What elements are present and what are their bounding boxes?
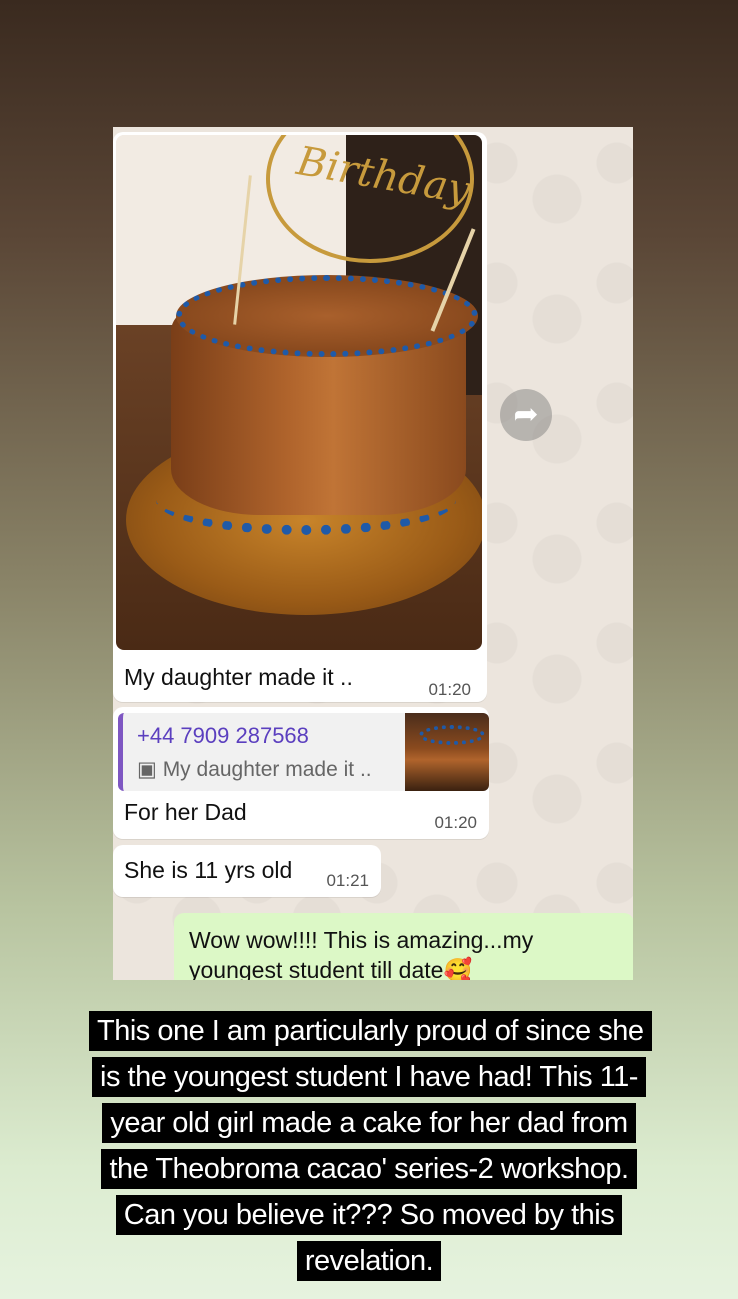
reply-text: For her Dad bbox=[124, 799, 247, 825]
story-caption: This one I am particularly proud of sinc… bbox=[0, 1008, 738, 1284]
outgoing-message-bubble[interactable]: Wow wow!!!! This is amazing...my younges… bbox=[174, 913, 633, 980]
image-message-bubble[interactable]: Birthday My daughter made it .. 01:20 bbox=[113, 132, 487, 702]
cake-photo[interactable]: Birthday bbox=[116, 135, 482, 650]
forward-arrow-icon[interactable]: ➦ bbox=[500, 389, 552, 441]
chat-screenshot: Birthday My daughter made it .. 01:20 ➦ … bbox=[113, 127, 633, 980]
message-time: 01:20 bbox=[434, 813, 477, 832]
outgoing-message-text: Wow wow!!!! This is amazing...my younges… bbox=[189, 927, 534, 980]
message-text: She is 11 yrs old bbox=[124, 857, 293, 883]
message-time: 01:20 bbox=[428, 680, 471, 699]
image-caption: My daughter made it .. bbox=[124, 664, 353, 690]
story-caption-text: This one I am particularly proud of sinc… bbox=[89, 1011, 652, 1281]
quoted-image-thumbnail bbox=[405, 713, 489, 791]
quoted-caption: ▣ My daughter made it .. bbox=[137, 758, 372, 781]
quoted-message[interactable]: +44 7909 287568 ▣ My daughter made it .. bbox=[118, 713, 489, 791]
reply-message-bubble[interactable]: +44 7909 287568 ▣ My daughter made it ..… bbox=[113, 707, 489, 839]
quoted-sender: +44 7909 287568 bbox=[137, 723, 309, 748]
message-time: 01:21 bbox=[326, 871, 369, 890]
age-message-bubble[interactable]: She is 11 yrs old 01:21 bbox=[113, 845, 381, 897]
